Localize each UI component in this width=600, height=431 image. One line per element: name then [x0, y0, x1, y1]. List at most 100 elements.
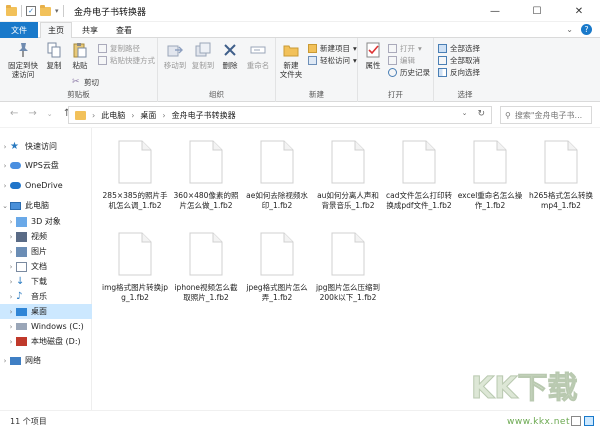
search-input[interactable]: ⚲ 搜索"金舟电子书... — [500, 106, 592, 124]
address-bar[interactable]: › 此电脑 › 桌面 › 金舟电子书转换器 ⌄ ↻ — [68, 106, 492, 124]
open-group: 属性 打开 ▾ 编辑 历史记录 打开 — [358, 38, 434, 102]
document-icon — [16, 261, 27, 272]
expand-chevron-icon[interactable]: › — [6, 293, 16, 301]
file-name: 285×385的照片手机怎么调_1.fb2 — [102, 191, 168, 210]
new-folder-quick-icon[interactable] — [40, 4, 51, 16]
expand-chevron-icon[interactable]: › — [6, 278, 16, 286]
sidebar-item-desktop[interactable]: › 桌面 — [0, 304, 92, 319]
file-item[interactable]: ae如何去除视频水印_1.fb2 — [243, 132, 311, 224]
expand-chevron-icon[interactable]: › — [6, 263, 16, 271]
drive-icon — [16, 323, 27, 330]
expand-chevron-icon[interactable]: › — [0, 162, 10, 170]
tab-home[interactable]: 主页 — [40, 22, 72, 38]
clipboard-group: 固定到快 速访问 复制 粘贴 ✂ 剪切 复制路径 粘贴快捷方式 剪贴板 — [0, 38, 158, 102]
properties-quick-icon[interactable]: ✓ — [26, 6, 36, 16]
navigation-bar: ← → ⌄ ↑ › 此电脑 › 桌面 › 金舟电子书转换器 ⌄ ↻ ⚲ 搜索"金… — [0, 102, 600, 128]
sidebar-item-documents[interactable]: › 文档 — [0, 259, 92, 274]
expand-chevron-icon[interactable]: › — [6, 248, 16, 256]
select-none-button[interactable]: 全部取消 — [438, 55, 480, 66]
copy-button[interactable]: 复制 — [42, 42, 66, 70]
sidebar-item-wps-cloud[interactable]: › WPS云盘 — [0, 158, 92, 173]
collapse-chevron-icon[interactable]: ⌄ — [0, 202, 10, 210]
file-item[interactable]: iphone视频怎么截取照片_1.fb2 — [172, 224, 240, 316]
recent-chevron-icon[interactable]: ⌄ — [47, 110, 53, 118]
file-item[interactable]: 360×480像素的照片怎么做_1.fb2 — [172, 132, 240, 224]
file-item[interactable]: au如何分离人声和背景音乐_1.fb2 — [314, 132, 382, 224]
file-item[interactable]: excel重命名怎么操作_1.fb2 — [456, 132, 524, 224]
sidebar-item-network[interactable]: › 网络 — [0, 353, 92, 368]
expand-chevron-icon[interactable]: › — [0, 182, 10, 190]
file-name: jpeg格式图片怎么弄_1.fb2 — [246, 283, 308, 302]
copy-to-button[interactable]: 复制到 — [190, 42, 216, 70]
sidebar-item-drive-d[interactable]: › 本地磁盘 (D:) — [0, 334, 92, 349]
sidebar-item-videos[interactable]: › 视频 — [0, 229, 92, 244]
file-item[interactable]: h265格式怎么转换mp4_1.fb2 — [527, 132, 595, 224]
delete-button[interactable]: 删除 — [218, 42, 242, 70]
sidebar-item-3d-objects[interactable]: › 3D 对象 — [0, 214, 92, 229]
search-placeholder: 搜索"金舟电子书... — [514, 110, 583, 120]
tab-file[interactable]: 文件 — [0, 22, 38, 38]
easy-access-button[interactable]: 轻松访问 ▾ — [308, 55, 357, 66]
history-button[interactable]: 历史记录 — [388, 67, 430, 78]
cloud-icon — [10, 162, 21, 169]
paste-shortcut-button[interactable]: 粘贴快捷方式 — [98, 55, 155, 66]
breadcrumb-desktop[interactable]: 桌面 — [140, 110, 156, 121]
pin-quick-access-button[interactable]: 固定到快 速访问 — [4, 42, 42, 79]
move-to-button[interactable]: 移动到 — [162, 42, 188, 70]
tab-view[interactable]: 查看 — [108, 22, 140, 38]
file-item[interactable]: img格式图片转换jpg_1.fb2 — [101, 224, 169, 316]
toolbar-divider — [21, 5, 22, 17]
expand-chevron-icon[interactable]: › — [6, 338, 16, 346]
maximize-button[interactable]: ☐ — [516, 0, 558, 22]
expand-chevron-icon[interactable]: › — [0, 143, 10, 151]
properties-button[interactable]: 属性 — [362, 42, 384, 70]
back-arrow-icon[interactable]: ← — [10, 108, 18, 119]
forward-arrow-icon[interactable]: → — [28, 108, 36, 119]
move-to-icon — [167, 45, 183, 57]
file-item[interactable]: 285×385的照片手机怎么调_1.fb2 — [101, 132, 169, 224]
rename-button[interactable]: 重命名 — [244, 42, 272, 70]
sidebar-item-drive-c[interactable]: › Windows (C:) — [0, 319, 92, 334]
file-item[interactable]: jpg图片怎么压缩到200k以下_1.fb2 — [314, 224, 382, 316]
edit-button[interactable]: 编辑 — [388, 55, 415, 66]
expand-chevron-icon[interactable]: › — [6, 233, 16, 241]
close-button[interactable]: ✕ — [558, 0, 600, 22]
sidebar-item-pictures[interactable]: › 图片 — [0, 244, 92, 259]
select-all-button[interactable]: 全部选择 — [438, 43, 480, 54]
chevron-down-icon[interactable]: ⌄ — [462, 109, 468, 119]
help-icon[interactable]: ? — [581, 24, 592, 35]
open-button[interactable]: 打开 ▾ — [388, 43, 422, 54]
expand-chevron-icon[interactable]: › — [6, 218, 16, 226]
cut-button[interactable]: ✂ 剪切 — [72, 77, 99, 88]
file-item[interactable]: cad文件怎么打印转换成pdf文件_1.fb2 — [385, 132, 453, 224]
expand-chevron-icon[interactable]: › — [6, 323, 16, 331]
invert-selection-button[interactable]: 反向选择 — [438, 67, 480, 78]
large-icons-view-icon[interactable] — [584, 416, 594, 426]
edit-icon — [388, 56, 397, 65]
details-view-icon[interactable] — [571, 416, 581, 426]
sidebar-item-downloads[interactable]: › ↓ 下载 — [0, 274, 92, 289]
tab-share[interactable]: 共享 — [74, 22, 106, 38]
refresh-icon[interactable]: ↻ — [477, 109, 485, 119]
sidebar-item-quick-access[interactable]: › ★ 快速访问 — [0, 139, 92, 154]
copy-path-button[interactable]: 复制路径 — [98, 43, 140, 54]
sidebar-item-this-pc[interactable]: ⌄ 此电脑 — [0, 198, 92, 213]
paste-button[interactable]: 粘贴 — [68, 42, 92, 70]
expand-chevron-icon[interactable]: › — [6, 308, 16, 316]
chevron-down-icon[interactable]: ⌄ — [566, 25, 573, 34]
file-name: excel重命名怎么操作_1.fb2 — [457, 191, 523, 210]
sidebar-item-music[interactable]: › ♪ 音乐 — [0, 289, 92, 304]
desktop-icon — [16, 307, 27, 316]
new-folder-button[interactable]: 新建 文件夹 — [278, 42, 304, 79]
sidebar-item-onedrive[interactable]: › OneDrive — [0, 178, 92, 193]
file-item[interactable]: jpeg格式图片怎么弄_1.fb2 — [243, 224, 311, 316]
chevron-down-icon[interactable]: ▾ — [55, 7, 59, 15]
paste-icon — [73, 43, 87, 58]
select-group-label: 选择 — [457, 90, 473, 99]
breadcrumb-this-pc[interactable]: 此电脑 — [101, 110, 125, 121]
expand-chevron-icon[interactable]: › — [0, 357, 10, 365]
minimize-button[interactable]: — — [474, 0, 516, 22]
watermark-logo-text: KK下载 — [471, 371, 578, 406]
new-item-button[interactable]: 新建项目 ▾ — [308, 43, 357, 54]
breadcrumb-current-folder[interactable]: 金舟电子书转换器 — [172, 110, 236, 121]
